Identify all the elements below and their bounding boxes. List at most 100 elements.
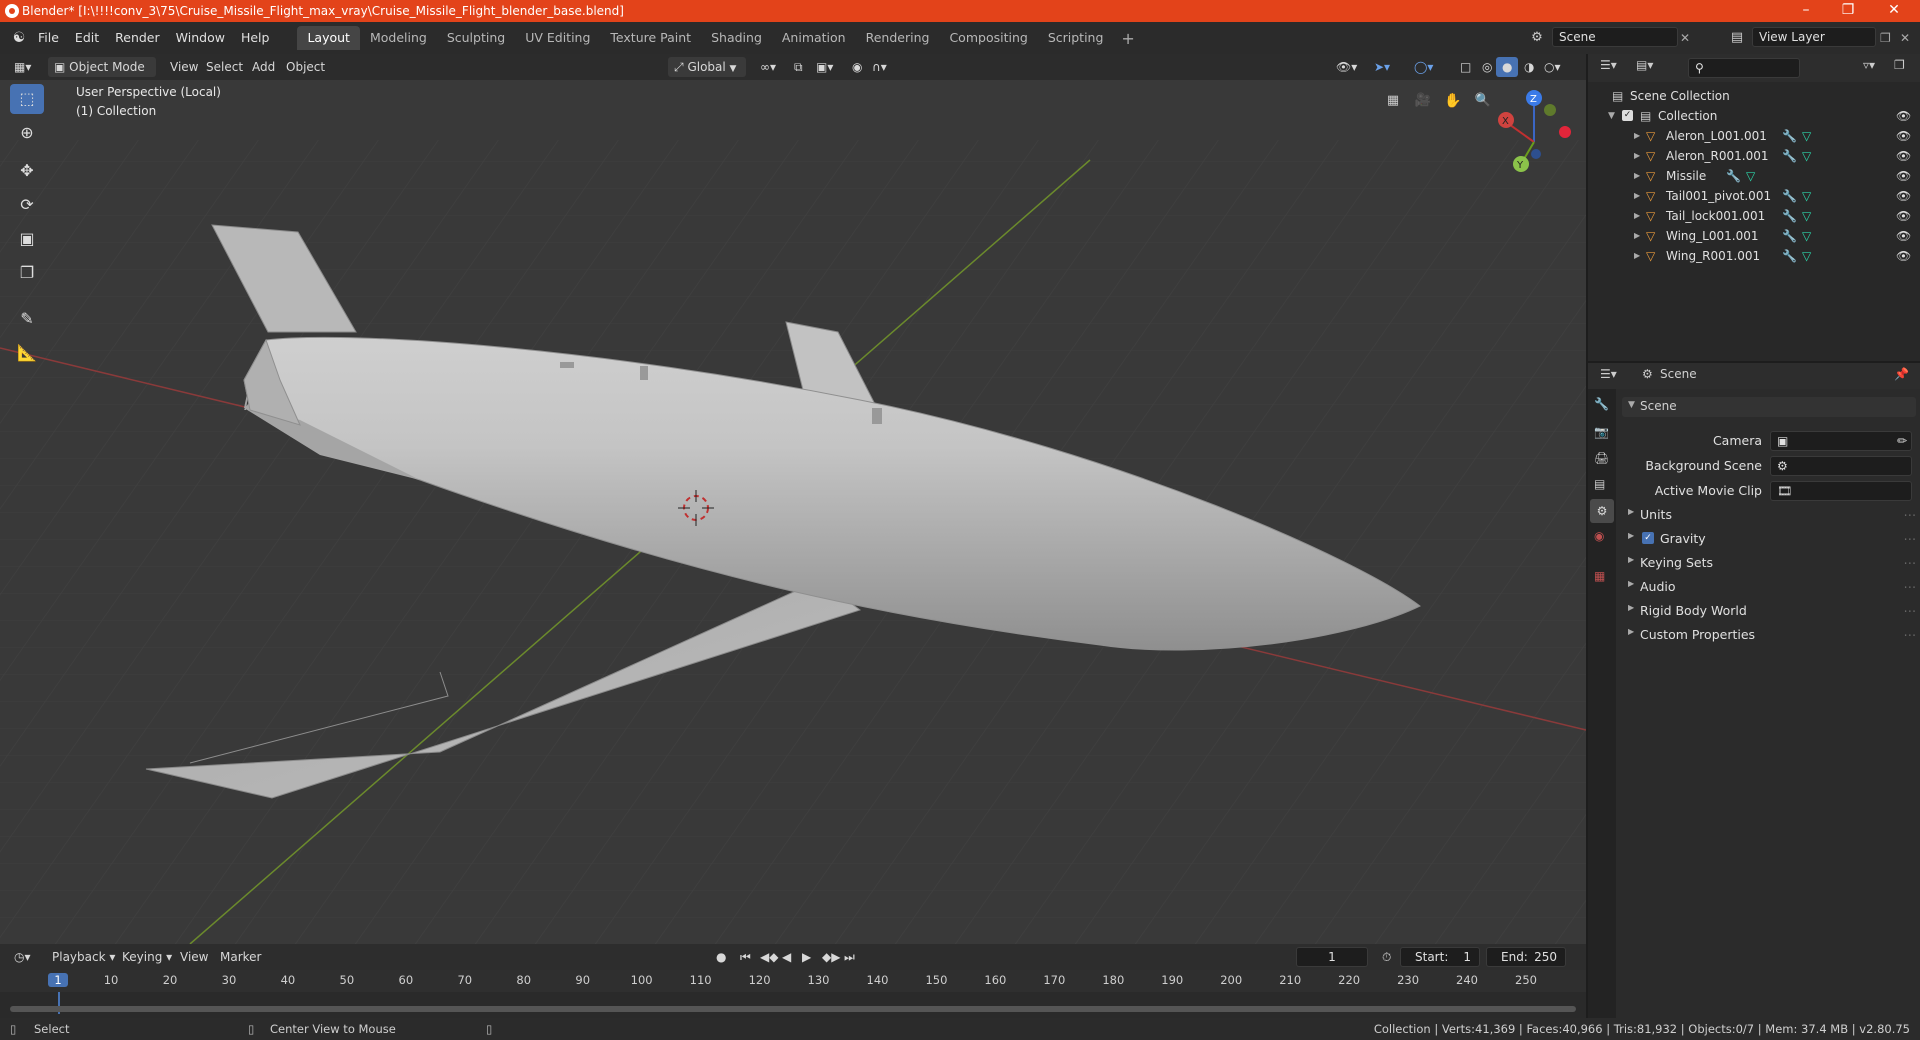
collection-checkbox[interactable]: ✓ <box>1622 110 1633 121</box>
view-layer-tab-icon[interactable]: ▤ <box>1594 477 1605 491</box>
pin-icon[interactable]: 📌 <box>1894 367 1909 381</box>
close-window-button[interactable]: ✕ <box>1874 0 1914 22</box>
tab-compositing[interactable]: Compositing <box>939 26 1037 50</box>
cursor-tool-icon[interactable]: ⊕ <box>10 118 44 148</box>
add-workspace-icon[interactable]: + <box>1113 29 1142 48</box>
outliner-scene-collection[interactable]: ▤ Scene Collection <box>1588 86 1920 106</box>
play-reverse-icon[interactable]: ◀ <box>776 947 797 967</box>
annotate-tool-icon[interactable]: ✎ <box>10 304 44 334</box>
measure-tool-icon[interactable]: 📐 <box>10 338 44 368</box>
eye-icon[interactable]: 👁 <box>1896 146 1911 166</box>
expand-arrow-icon[interactable]: ▶ <box>1634 146 1640 166</box>
expand-arrow-icon[interactable]: ▶ <box>1634 186 1640 206</box>
transform-tool-icon[interactable]: ❐ <box>10 258 44 288</box>
output-tab-icon[interactable]: 🖨 <box>1594 451 1609 465</box>
gravity-checkbox[interactable]: ✓ <box>1642 532 1654 544</box>
move-tool-icon[interactable]: ✥ <box>10 156 44 186</box>
maximize-button[interactable]: ❐ <box>1828 0 1868 22</box>
modifier-icon[interactable]: 🔧 <box>1726 166 1741 186</box>
eye-icon[interactable]: 👁 <box>1896 166 1911 186</box>
outliner-item[interactable]: ▶ ▽ Missile 🔧 ▽ 👁 <box>1588 166 1920 186</box>
camera-view-icon[interactable]: 🎥 <box>1412 90 1434 112</box>
tab-rendering[interactable]: Rendering <box>856 26 940 50</box>
texture-tab-icon[interactable]: ▦ <box>1594 569 1605 583</box>
outliner-item[interactable]: ▶ ▽ Tail_lock001.001 🔧 ▽ 👁 <box>1588 206 1920 226</box>
menu-window[interactable]: Window <box>168 22 233 54</box>
filter-icon[interactable]: ▿▾ <box>1863 58 1875 72</box>
frame-ruler[interactable]: 1 10 20 30 40 50 60 70 80 90 100 110 120 130 140 150 160… <box>0 970 1586 992</box>
outliner-item[interactable]: ▶ ▽ Wing_L001.001 🔧 ▽ 👁 <box>1588 226 1920 246</box>
view-layer-icon[interactable]: ▤ <box>1726 27 1748 49</box>
drag-handle-icon[interactable]: ⋯ <box>1904 579 1917 594</box>
drag-handle-icon[interactable]: ⋯ <box>1904 531 1917 546</box>
mesh-data-icon[interactable]: ▽ <box>1802 206 1811 226</box>
mesh-data-icon[interactable]: ▽ <box>1802 226 1811 246</box>
tab-texture-paint[interactable]: Texture Paint <box>600 26 701 50</box>
mode-dropdown[interactable]: ▣ Object Mode ▼ <box>48 57 156 94</box>
outliner-item[interactable]: ▶ ▽ Aleron_R001.001 🔧 ▽ 👁 <box>1588 146 1920 166</box>
preview-range-icon[interactable]: ⏱ <box>1376 947 1397 967</box>
modifier-icon[interactable]: 🔧 <box>1782 206 1797 226</box>
new-collection-icon[interactable]: ❐ <box>1894 58 1905 72</box>
render-tab-icon[interactable]: 📷 <box>1594 425 1609 439</box>
gizmo-neg-z-icon[interactable] <box>1531 149 1541 159</box>
outliner-search-input[interactable]: ⚲ <box>1688 58 1800 78</box>
rendered-shading-icon[interactable]: ○▾ <box>1538 57 1567 77</box>
panel-section[interactable]: ▶ Audio ⋯ <box>1622 577 1916 597</box>
editor-type-icon[interactable]: ▦▾ <box>8 57 37 77</box>
overlays-icon[interactable]: ◯▾ <box>1408 57 1439 77</box>
property-field[interactable]: 🎞 <box>1770 481 1912 501</box>
display-mode-icon[interactable]: ▤▾ <box>1636 58 1653 72</box>
drag-handle-icon[interactable]: ⋯ <box>1904 627 1917 642</box>
pivot-icon[interactable]: ∞▾ <box>754 57 782 77</box>
pan-hand-icon[interactable]: ✋ <box>1442 90 1464 112</box>
property-field[interactable]: ⚙ <box>1770 456 1912 476</box>
modifier-icon[interactable]: 🔧 <box>1782 246 1797 266</box>
outliner-item[interactable]: ▶ ▽ Wing_R001.001 🔧 ▽ 👁 <box>1588 246 1920 266</box>
modifier-icon[interactable]: 🔧 <box>1782 126 1797 146</box>
play-icon[interactable]: ▶ <box>796 947 817 967</box>
menu-edit[interactable]: Edit <box>67 22 107 54</box>
tab-sculpting[interactable]: Sculpting <box>437 26 515 50</box>
snap-target-icon[interactable]: ▣▾ <box>810 57 839 77</box>
menu-help[interactable]: Help <box>233 22 278 54</box>
tab-animation[interactable]: Animation <box>772 26 856 50</box>
tab-modeling[interactable]: Modeling <box>360 26 437 50</box>
eye-icon[interactable]: 👁 <box>1896 246 1911 266</box>
scene-tab-icon[interactable]: ⚙ <box>1590 499 1614 523</box>
panel-section[interactable]: ▶ ✓ Gravity ⋯ <box>1622 529 1916 549</box>
start-frame-field[interactable]: Start: 1 <box>1400 947 1480 967</box>
outliner-item[interactable]: ▶ ▽ Aleron_L001.001 🔧 ▽ 👁 <box>1588 126 1920 146</box>
tab-shading[interactable]: Shading <box>701 26 772 50</box>
minimize-button[interactable]: – <box>1786 0 1826 22</box>
viewport-menu-select[interactable]: Select <box>200 57 249 77</box>
outliner-item[interactable]: ▶ ▽ Tail001_pivot.001 🔧 ▽ 👁 <box>1588 186 1920 206</box>
menu-render[interactable]: Render <box>107 22 168 54</box>
visibility-icon[interactable]: 👁▾ <box>1330 57 1363 77</box>
eye-icon[interactable]: 👁 <box>1896 186 1911 206</box>
modifier-icon[interactable]: 🔧 <box>1782 186 1797 206</box>
jump-end-icon[interactable]: ⏭ <box>838 947 861 967</box>
viewport-menu-view[interactable]: View <box>164 57 204 77</box>
record-icon[interactable]: ● <box>710 947 732 967</box>
view-layer-close-icon[interactable]: ✕ <box>1900 27 1910 49</box>
grid-view-icon[interactable]: ▦ <box>1382 90 1404 112</box>
menu-file[interactable]: File <box>30 22 67 54</box>
expand-arrow-icon[interactable]: ▶ <box>1634 206 1640 226</box>
modifier-icon[interactable]: 🔧 <box>1782 146 1797 166</box>
scene-field[interactable]: Scene <box>1552 27 1678 47</box>
scale-tool-icon[interactable]: ▣ <box>10 224 44 254</box>
tab-uv-editing[interactable]: UV Editing <box>515 26 600 50</box>
scene-panel-header[interactable]: ▼ Scene <box>1622 397 1916 417</box>
property-field[interactable]: ▣ ✏ <box>1770 431 1912 451</box>
outliner-collection[interactable]: ▼ ✓ ▤ Collection 👁 <box>1588 106 1920 126</box>
mesh-data-icon[interactable]: ▽ <box>1802 126 1811 146</box>
3d-viewport[interactable]: Z X Y User Perspective (Local) (1) Colle… <box>0 80 1586 944</box>
drag-handle-icon[interactable]: ⋯ <box>1904 555 1917 570</box>
viewport-menu-add[interactable]: Add <box>246 57 281 77</box>
timeline-menu-playback[interactable]: Playback ▾ <box>46 947 121 967</box>
select-box-tool-icon[interactable]: ⬚ <box>10 84 44 114</box>
timeline-scrollbar[interactable] <box>10 1006 1576 1012</box>
snap-icon[interactable]: ⧉ <box>788 57 809 77</box>
orientation-dropdown[interactable]: ⤢ Global ▼ <box>668 57 746 77</box>
